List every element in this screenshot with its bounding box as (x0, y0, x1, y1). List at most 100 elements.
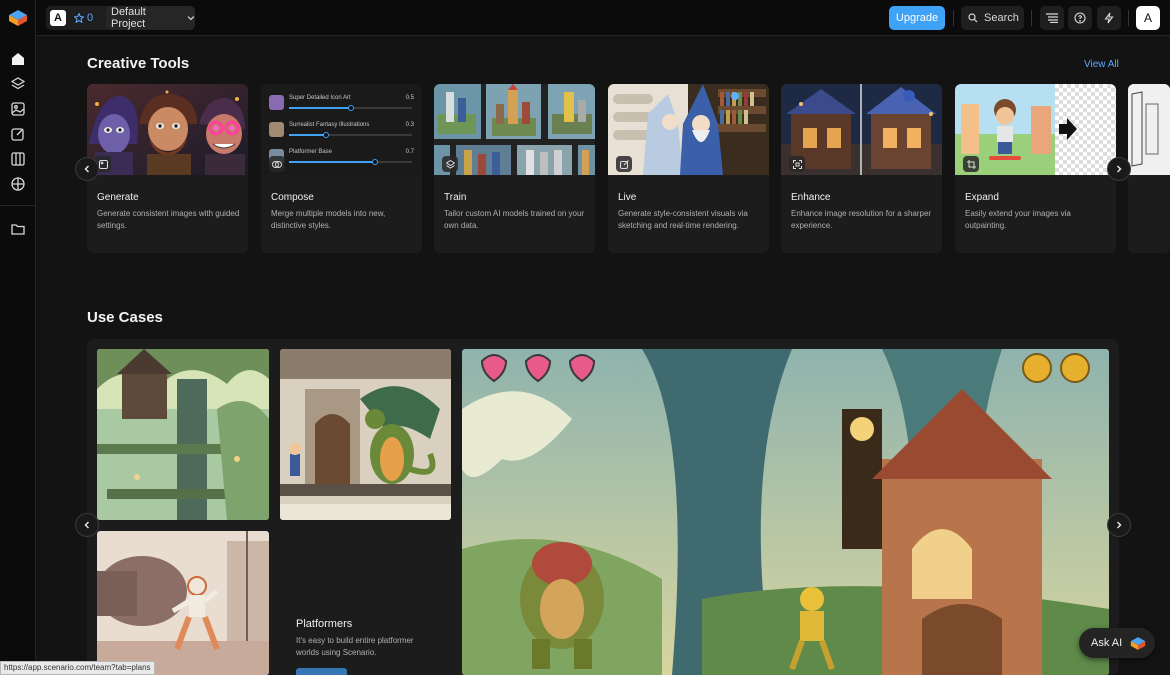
partial-card-image (1128, 84, 1170, 175)
sidebar (0, 0, 36, 675)
compose-image: Super Detailed Icon Art 0.5 Surrealist Fan… (261, 84, 422, 175)
ask-ai-label: Ask AI (1091, 637, 1123, 649)
project-name: Default Project (111, 6, 146, 30)
use-case-title: Platformers (296, 618, 353, 630)
ask-ai-button[interactable]: Ask AI (1079, 628, 1155, 658)
tool-card-enhance[interactable]: Enhance Enhance image resolution for a s… (781, 84, 942, 253)
star-icon (74, 13, 84, 23)
model-weight-slider[interactable] (289, 132, 412, 138)
use-case-featured-image[interactable] (462, 349, 1109, 675)
tool-name: Generate (97, 192, 139, 203)
tool-card-compose[interactable]: Super Detailed Icon Art 0.5 Surrealist Fan… (261, 84, 422, 253)
topbar-divider (953, 10, 954, 26)
expand-image (955, 84, 1116, 175)
slider-fill (289, 161, 376, 163)
lightning-icon[interactable] (1097, 6, 1121, 30)
use-cases-title: Use Cases (87, 309, 163, 326)
sidebar-divider (0, 205, 36, 206)
project-selector[interactable]: Default Project (106, 6, 195, 30)
globe-icon[interactable] (9, 175, 27, 193)
crop-icon (963, 156, 979, 172)
model-weight-value: 0.5 (405, 95, 414, 101)
compose-model-row: Super Detailed Icon Art 0.5 (269, 92, 414, 114)
tool-description: Generate consistent images with guided s… (97, 209, 240, 230)
topbar-divider (1031, 10, 1032, 26)
tool-name: Enhance (791, 192, 831, 203)
compose-icon (269, 156, 285, 172)
use-cases-prev-button[interactable] (75, 513, 99, 537)
model-thumbnail (269, 122, 284, 137)
chevron-right-icon (1117, 165, 1122, 173)
book-icon[interactable] (9, 150, 27, 168)
tool-name: Train (444, 192, 467, 203)
tool-name: Expand (965, 192, 999, 203)
status-bar-url: https://app.scenario.com/team?tab=plans (0, 661, 155, 675)
use-case-cta-button[interactable] (296, 668, 347, 675)
tool-description: Merge multiple models into new, distinct… (271, 209, 386, 230)
model-weight-value: 0.7 (405, 149, 414, 155)
generate-image (87, 84, 248, 175)
use-case-image-forest[interactable] (97, 349, 269, 520)
use-case-image-dragon[interactable] (280, 349, 451, 520)
edit-icon[interactable] (9, 125, 27, 143)
live-image (608, 84, 769, 175)
tool-card-partial[interactable] (1128, 84, 1170, 253)
use-case-description: It's easy to build entire platformer wor… (296, 636, 414, 657)
chevron-left-icon (84, 165, 89, 173)
tool-name: Live (618, 192, 637, 203)
carousel-prev-button[interactable] (75, 157, 99, 181)
edit-icon (616, 156, 632, 172)
slider-fill (289, 134, 326, 136)
tool-name: Compose (271, 192, 314, 203)
list-icon[interactable] (1040, 6, 1064, 30)
use-case-image-astronaut[interactable] (97, 531, 269, 675)
slider-handle[interactable] (372, 159, 379, 165)
heart-icons (480, 354, 596, 383)
model-weight-value: 0.3 (405, 122, 414, 128)
chevron-right-icon (1117, 521, 1122, 529)
team-avatar: A (50, 10, 66, 26)
train-image (434, 84, 595, 175)
home-icon[interactable] (9, 50, 27, 68)
model-weight-slider[interactable] (289, 105, 412, 111)
search-label: Search (984, 12, 1019, 24)
search-button[interactable]: Search (961, 6, 1024, 30)
use-cases-next-button[interactable] (1107, 513, 1131, 537)
star-count-value: 0 (87, 12, 94, 24)
credits-counter: 0 (74, 12, 93, 24)
model-name: Super Detailed Icon Art (289, 95, 351, 101)
scenario-logo[interactable] (8, 9, 28, 27)
top-bar: A 0 Default Project Upgrade Search A (36, 0, 1170, 36)
chevron-left-icon (84, 521, 89, 529)
enhance-image (781, 84, 942, 175)
compose-model-row: Surrealist Fantasy Illustrations 0.3 (269, 119, 414, 141)
tool-card-live[interactable]: Live Generate style-consistent visuals v… (608, 84, 769, 253)
user-avatar[interactable]: A (1136, 6, 1160, 30)
tool-card-train[interactable]: Train Tailor custom AI models trained on… (434, 84, 595, 253)
tool-description: Easily extend your images via outpaintin… (965, 209, 1071, 230)
slider-handle[interactable] (322, 132, 329, 138)
tool-description: Generate style-consistent visuals via sk… (618, 209, 748, 230)
topbar-divider (1128, 10, 1129, 26)
folder-icon[interactable] (9, 220, 27, 238)
tool-card-generate[interactable]: Generate Generate consistent images with… (87, 84, 248, 253)
model-name: Platformer Base (289, 149, 333, 155)
model-weight-slider[interactable] (289, 159, 412, 165)
tool-description: Enhance image resolution for a sharper e… (791, 209, 932, 230)
compose-model-row: Platformer Base 0.7 (269, 146, 414, 168)
chevron-down-icon (187, 16, 195, 21)
image-icon[interactable] (9, 100, 27, 118)
layers-icon (442, 156, 458, 172)
slider-handle[interactable] (347, 105, 354, 111)
slider-fill (289, 107, 351, 109)
view-all-link[interactable]: View All (1084, 59, 1119, 70)
upgrade-button[interactable]: Upgrade (889, 6, 945, 30)
tool-card-expand[interactable]: Expand Easily extend your images via out… (955, 84, 1116, 253)
tool-description: Tailor custom AI models trained on your … (444, 209, 585, 230)
scenario-logo-icon (1130, 636, 1146, 650)
model-name: Surrealist Fantasy Illustrations (289, 122, 370, 128)
creative-tools-title: Creative Tools (87, 55, 190, 72)
layers-icon[interactable] (9, 75, 27, 93)
carousel-next-button[interactable] (1107, 157, 1131, 181)
help-icon[interactable] (1068, 6, 1092, 30)
